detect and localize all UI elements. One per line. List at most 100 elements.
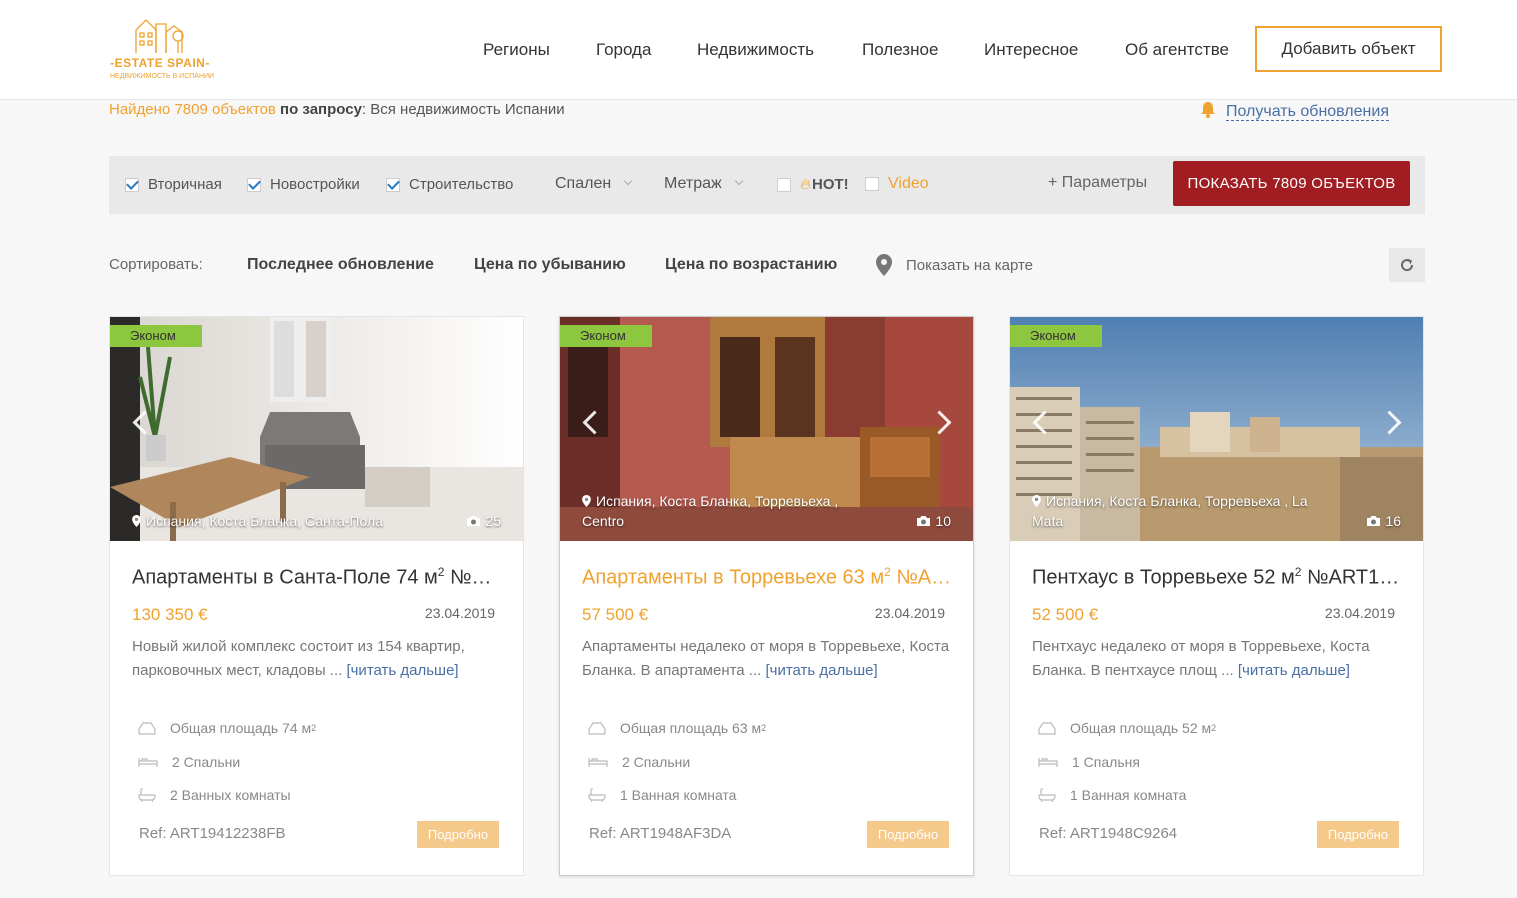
subscribe-updates-link[interactable]: Получать обновления xyxy=(1200,101,1389,121)
photo-prev-arrow[interactable] xyxy=(580,412,602,434)
filter-new-builds-label: Новостройки xyxy=(270,176,360,193)
photo-count-value: 10 xyxy=(935,513,951,529)
more-params-link[interactable]: + Параметры xyxy=(1048,174,1147,192)
listing-photo[interactable]: Эконом Испания, Коста Бланка, Торревьеха… xyxy=(560,317,973,541)
camera-icon xyxy=(1367,516,1381,526)
map-pin-icon xyxy=(1032,495,1041,507)
results-summary: Найдено 7809 объектов по запросу: Вся не… xyxy=(109,101,565,118)
bathtub-icon xyxy=(588,788,606,802)
bell-icon xyxy=(1201,102,1215,118)
flame-icon: 🔥︎ xyxy=(800,176,812,193)
filter-hot-label: HOT! xyxy=(812,176,849,193)
building-logo-icon xyxy=(135,19,184,53)
logo-title: -ESTATE SPAIN- xyxy=(110,56,210,70)
checkbox-checked-icon[interactable] xyxy=(386,177,400,192)
photo-count: 10 xyxy=(916,511,951,531)
site-header: -ESTATE SPAIN- НЕДВИЖИМОСТЬ В ИСПАНИИ Ре… xyxy=(0,0,1517,100)
sort-last-update[interactable]: Последнее обновление xyxy=(247,256,434,274)
sort-price-asc[interactable]: Цена по возрастанию xyxy=(665,256,837,274)
listing-card[interactable]: Эконом Испания, Коста Бланка, Торревьеха… xyxy=(1009,316,1424,876)
feature-bedrooms-text: 2 Спальни xyxy=(172,754,241,770)
feature-area: Общая площадь 63 м2 xyxy=(588,720,766,736)
feature-bedrooms-text: 2 Спальни xyxy=(622,754,691,770)
chevron-down-icon xyxy=(734,176,743,186)
photo-next-arrow[interactable] xyxy=(1381,412,1403,434)
listing-location-text: Испания, Коста Бланка, Санта-Пола xyxy=(146,513,383,529)
listing-title[interactable]: Апартаменты в Санта-Поле 74 м2 №ART19412… xyxy=(132,565,504,590)
listing-card[interactable]: Эконом Испания, Коста Бланка, Санта-Пола… xyxy=(109,316,524,876)
nav-useful[interactable]: Полезное xyxy=(862,40,938,60)
filter-construction[interactable]: Строительство xyxy=(386,176,513,193)
listing-description: Пентхаус недалеко от моря в Торревьехе, … xyxy=(1032,635,1402,683)
listing-description: Новый жилой комплекс состоит из 154 квар… xyxy=(132,635,502,683)
bed-icon xyxy=(588,758,608,767)
feature-bedrooms: 2 Спальни xyxy=(138,754,240,770)
listing-location-text: Испания, Коста Бланка, Торревьеха , Cent… xyxy=(582,493,839,529)
refresh-button[interactable] xyxy=(1389,248,1425,282)
listing-description: Апартаменты недалеко от моря в Торревьех… xyxy=(582,635,952,683)
read-more-link[interactable]: [читать дальше] xyxy=(1238,662,1350,679)
nav-cities[interactable]: Города xyxy=(596,40,651,60)
map-pin-icon xyxy=(132,515,141,527)
chevron-down-icon xyxy=(623,176,633,186)
listing-title-text: Апартаменты в Санта-Поле 74 м xyxy=(132,566,438,589)
nav-real-estate[interactable]: Недвижимость xyxy=(697,40,814,60)
filter-construction-label: Строительство xyxy=(409,176,514,193)
bed-icon xyxy=(138,758,158,767)
photo-count-value: 25 xyxy=(485,513,501,529)
add-object-button[interactable]: Добавить объект xyxy=(1255,26,1442,72)
details-button[interactable]: Подробно xyxy=(1317,821,1399,848)
details-button[interactable]: Подробно xyxy=(417,821,499,848)
listing-photo[interactable]: Эконом Испания, Коста Бланка, Торревьеха… xyxy=(1010,317,1423,541)
photo-prev-arrow[interactable] xyxy=(130,412,152,434)
nav-about-agency[interactable]: Об агентстве xyxy=(1125,40,1229,60)
filter-hot[interactable]: 🔥︎ HOT! xyxy=(777,176,849,193)
bathtub-icon xyxy=(1038,788,1056,802)
checkbox-icon[interactable] xyxy=(777,177,791,192)
logo[interactable]: -ESTATE SPAIN- НЕДВИЖИМОСТЬ В ИСПАНИИ xyxy=(110,16,214,84)
photo-next-arrow[interactable] xyxy=(931,412,953,434)
sort-price-desc[interactable]: Цена по убыванию xyxy=(474,256,626,274)
refresh-icon xyxy=(1401,259,1414,272)
listing-price: 130 350 € xyxy=(132,605,208,624)
listing-photo[interactable]: Эконом Испания, Коста Бланка, Санта-Пола… xyxy=(110,317,523,541)
filter-new-builds[interactable]: Новостройки xyxy=(247,176,360,193)
checkbox-checked-icon[interactable] xyxy=(247,177,261,192)
listing-location: Испания, Коста Бланка, Торревьеха , Cent… xyxy=(582,491,872,531)
show-results-button[interactable]: ПОКАЗАТЬ 7809 ОБЪЕКТОВ xyxy=(1173,161,1410,206)
feature-bedrooms: 1 Спальня xyxy=(1038,754,1140,770)
feature-area-sup: 2 xyxy=(311,723,317,733)
category-badge: Эконом xyxy=(110,325,202,347)
listing-title[interactable]: Пентхаус в Торревьехе 52 м2 №ART1948C926… xyxy=(1032,565,1404,590)
listing-card[interactable]: Эконом Испания, Коста Бланка, Торревьеха… xyxy=(559,316,974,876)
area-icon xyxy=(588,722,606,735)
checkbox-icon[interactable] xyxy=(865,177,879,191)
camera-icon xyxy=(467,516,481,526)
show-on-map-link[interactable]: Показать на карте xyxy=(876,254,1033,276)
photo-prev-arrow[interactable] xyxy=(1030,412,1052,434)
listing-location-text: Испания, Коста Бланка, Торревьеха , La M… xyxy=(1032,493,1308,529)
details-button[interactable]: Подробно xyxy=(867,821,949,848)
feature-area-text: Общая площадь 74 м xyxy=(170,720,312,736)
bed-icon xyxy=(1038,758,1058,767)
category-badge: Эконом xyxy=(560,325,652,347)
nav-interesting[interactable]: Интересное xyxy=(984,40,1078,60)
filter-video[interactable]: Video xyxy=(865,175,929,193)
listing-title[interactable]: Апартаменты в Торревьехе 63 м2 №ART1948A… xyxy=(582,565,954,590)
category-badge: Эконом xyxy=(1010,325,1102,347)
bedrooms-dropdown[interactable]: Спален xyxy=(555,175,633,193)
nav-regions[interactable]: Регионы xyxy=(483,40,550,60)
read-more-link[interactable]: [читать дальше] xyxy=(346,662,458,679)
listing-title-text: Пентхаус в Торревьехе 52 м xyxy=(1032,566,1295,589)
area-dropdown[interactable]: Метраж xyxy=(664,175,743,193)
checkbox-checked-icon[interactable] xyxy=(125,177,139,192)
feature-area-sup: 2 xyxy=(761,723,767,733)
map-pin-icon xyxy=(582,495,591,507)
filter-secondary[interactable]: Вторичная xyxy=(125,176,222,193)
feature-bathrooms-text: 2 Ванных комнаты xyxy=(170,787,291,803)
map-pin-icon xyxy=(876,254,892,276)
feature-bathrooms: 2 Ванных комнаты xyxy=(138,787,291,803)
results-count: Найдено 7809 объектов xyxy=(109,101,276,118)
read-more-link[interactable]: [читать дальше] xyxy=(765,662,877,679)
feature-area-sup: 2 xyxy=(1211,723,1217,733)
